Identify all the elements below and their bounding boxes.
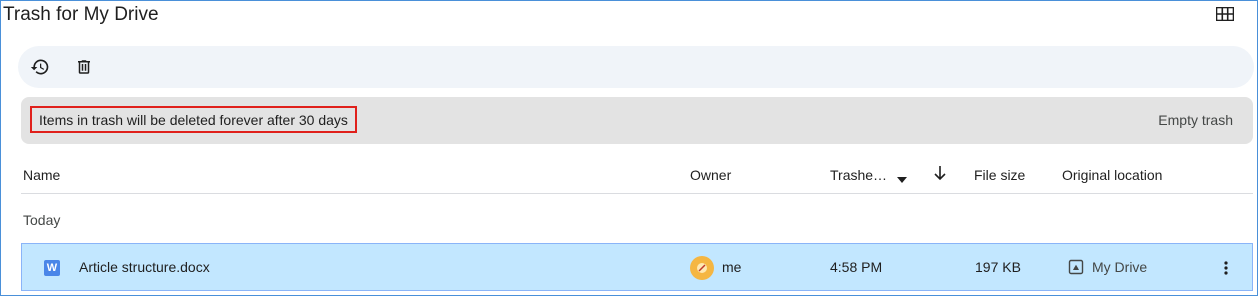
column-header-trashed[interactable]: Trashe… [830,167,887,183]
more-actions-icon[interactable] [1218,257,1234,279]
grid-view-button[interactable] [1212,3,1238,25]
original-location[interactable]: My Drive [1092,259,1147,275]
drive-location-icon [1068,259,1084,275]
caret-down-icon[interactable] [897,170,907,186]
file-list-header: Name Owner Trashe… File size Original lo… [21,156,1253,194]
grid-view-icon [1216,7,1234,21]
owner-name: me [722,259,742,275]
file-row[interactable]: W Article structure.docx me 4:58 PM 197 … [21,243,1253,291]
trash-icon [78,60,90,74]
avatar [690,256,714,280]
column-header-file-size[interactable]: File size [974,167,1025,183]
empty-trash-button[interactable]: Empty trash [1158,112,1233,128]
action-toolbar [18,46,1254,88]
file-size: 197 KB [975,259,1021,275]
trash-info-banner: Items in trash will be deleted forever a… [21,97,1253,144]
delete-forever-button[interactable] [70,53,98,81]
trashed-time: 4:58 PM [830,259,883,275]
column-header-original-location[interactable]: Original location [1062,167,1162,183]
restore-button[interactable] [26,53,54,81]
restore-icon [30,59,49,75]
group-label-today: Today [23,212,61,228]
page-title: Trash for My Drive [3,4,159,25]
sort-arrow-down-icon[interactable] [933,165,947,184]
file-name: Article structure.docx [79,259,210,275]
column-header-owner[interactable]: Owner [690,167,731,183]
trash-retention-message: Items in trash will be deleted forever a… [30,106,357,133]
word-doc-icon: W [44,260,60,276]
column-header-name[interactable]: Name [23,167,60,183]
